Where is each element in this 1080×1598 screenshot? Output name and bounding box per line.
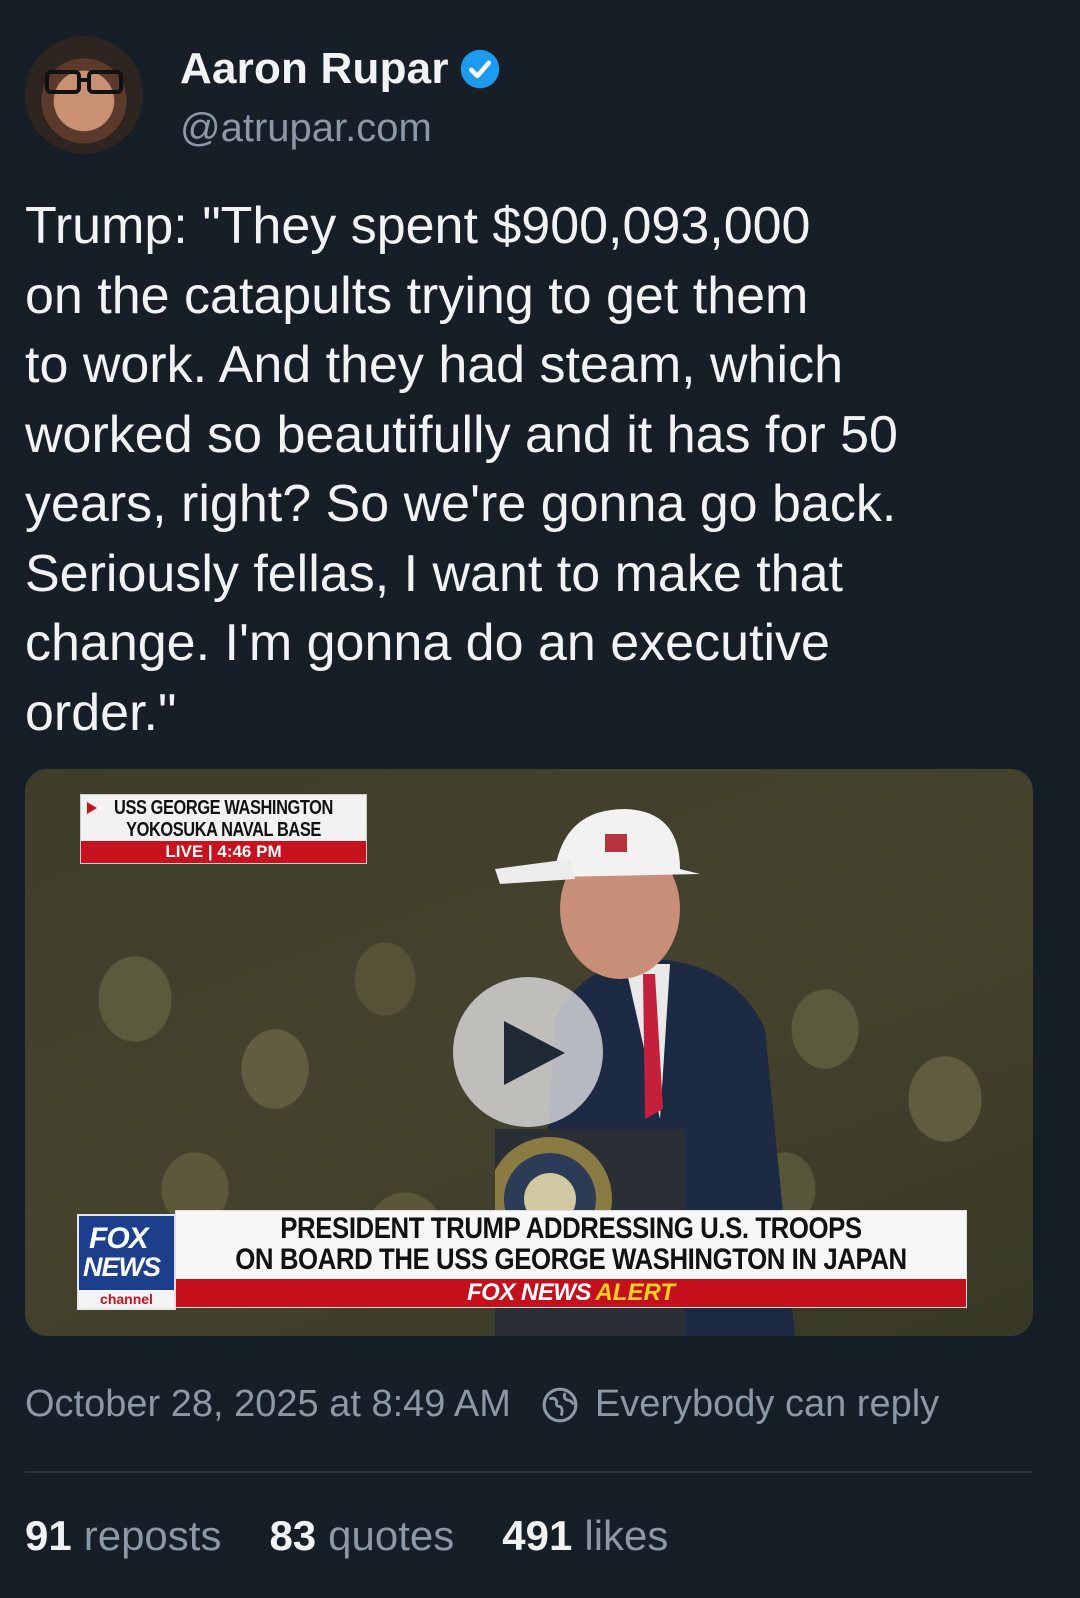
play-button[interactable] [453,977,603,1127]
post-meta: October 28, 2025 at 8:49 AM Everybody ca… [25,1383,939,1426]
logo-fox-text: FOX [89,1222,149,1255]
likes-stat[interactable]: 491 likes [502,1512,668,1560]
quotes-stat[interactable]: 83 quotes [269,1512,454,1560]
avatar[interactable] [25,36,143,154]
alert-bar: FOX NEWS ALERT [176,1279,966,1307]
location-line2: YOKOSUKA NAVAL BASE [126,819,321,841]
globe-icon [542,1387,578,1422]
location-line1: USS GEORGE WASHINGTON [114,797,333,819]
quotes-count: 83 [269,1512,317,1559]
live-time-label: LIVE | 4:46 PM [81,841,366,863]
quotes-label: quotes [328,1512,455,1559]
author-names: Aaron Rupar @atrupar.com [180,40,501,151]
headline-line2: ON BOARD THE USS GEORGE WASHINGTON IN JA… [235,1243,907,1276]
video-player[interactable]: USS GEORGE WASHINGTON YOKOSUKA NAVAL BAS… [25,769,1033,1336]
logo-channel-text: channel [79,1290,174,1308]
reposts-stat[interactable]: 91 reposts [25,1512,221,1560]
news-lower-third: PRESIDENT TRUMP ADDRESSING U.S. TROOPS O… [175,1210,967,1308]
author-display-name[interactable]: Aaron Rupar [180,44,449,94]
post-text: Trump: "They spent $900,093,000 on the c… [25,197,898,742]
reply-setting[interactable]: Everybody can reply [595,1383,939,1426]
logo-news-text: NEWS [83,1252,161,1282]
divider [25,1471,1033,1473]
reposts-count: 91 [25,1512,72,1559]
likes-label: likes [584,1512,669,1559]
arrow-icon [87,802,97,814]
post-header: Aaron Rupar @atrupar.com [25,36,501,154]
glasses-detail [45,70,123,94]
fox-news-logo: FOX NEWS channel [77,1214,176,1310]
author-handle[interactable]: @atrupar.com [180,106,501,151]
post-timestamp[interactable]: October 28, 2025 at 8:49 AM [25,1383,511,1426]
headline-line1: PRESIDENT TRUMP ADDRESSING U.S. TROOPS [280,1212,862,1245]
alert-brand: FOX NEWS [466,1279,592,1306]
play-icon [504,1021,565,1085]
location-banner: USS GEORGE WASHINGTON YOKOSUKA NAVAL BAS… [80,794,367,864]
likes-count: 491 [502,1512,573,1559]
post-stats: 91 reposts 83 quotes 491 likes [25,1512,716,1560]
verified-badge-icon [460,49,499,88]
alert-word: ALERT [595,1279,676,1306]
reposts-label: reposts [83,1512,222,1559]
